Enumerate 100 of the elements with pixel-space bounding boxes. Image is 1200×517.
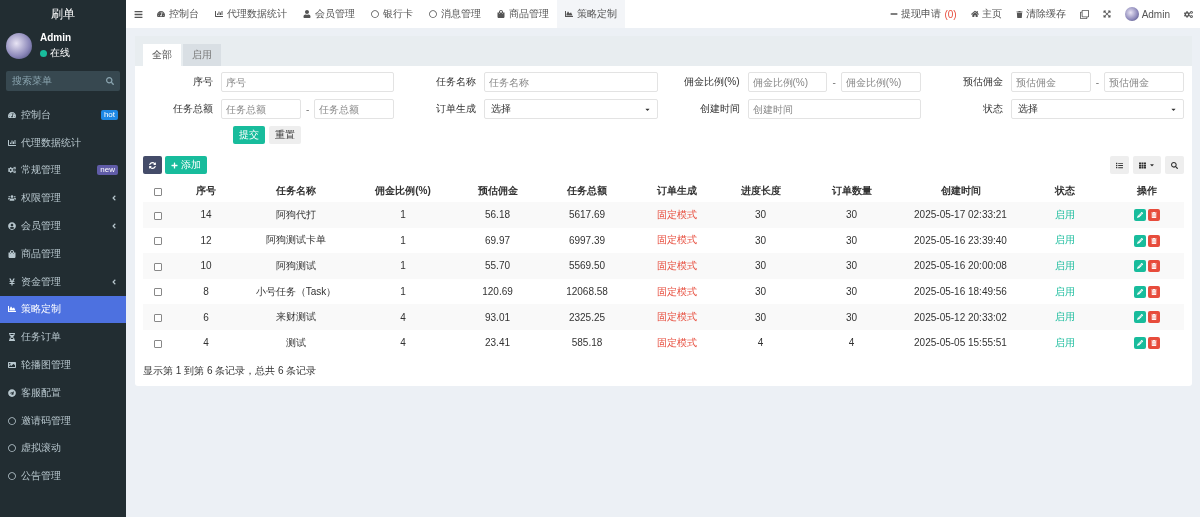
- select-all-checkbox[interactable]: [153, 187, 162, 196]
- sidebar-item[interactable]: 公告管理: [0, 462, 126, 491]
- input-field[interactable]: 序号: [221, 72, 395, 92]
- list-icon: [1116, 161, 1123, 169]
- table-cell: 2025-05-05 15:55:51: [902, 329, 1019, 356]
- table-cell: 30: [801, 253, 902, 279]
- delete-button[interactable]: [1148, 234, 1160, 247]
- sidebar-item[interactable]: 会员管理: [0, 212, 126, 240]
- nav-tab[interactable]: 商品管理: [489, 0, 557, 28]
- table-cell: 启用: [1019, 304, 1110, 330]
- table-cell: 55.70: [454, 253, 541, 279]
- row-checkbox[interactable]: [153, 339, 162, 348]
- pencil-icon: [1137, 263, 1143, 270]
- table-cell: 启用: [1019, 278, 1110, 305]
- row-checkbox[interactable]: [153, 237, 162, 246]
- delete-button[interactable]: [1148, 260, 1160, 273]
- field-label: 任务名称: [435, 75, 478, 89]
- table-cell: 10: [172, 253, 240, 279]
- input-field[interactable]: 任务总额: [314, 99, 395, 119]
- edit-button[interactable]: [1134, 336, 1146, 349]
- column-header: 操作: [1110, 180, 1184, 202]
- select-field[interactable]: 选择: [484, 99, 658, 119]
- table-cell: 2025-05-17 02:33:21: [902, 202, 1019, 228]
- input-field[interactable]: 预估佣金: [1104, 72, 1184, 92]
- menu-icon[interactable]: [134, 9, 143, 19]
- app-logo: 刷单: [50, 5, 76, 23]
- input-field[interactable]: 任务总额: [221, 99, 301, 119]
- home-link[interactable]: 主页: [963, 0, 1009, 28]
- input-field[interactable]: 预估佣金: [1010, 72, 1091, 92]
- nav-tab[interactable]: 会员管理: [295, 0, 363, 28]
- trash-icon: [1151, 237, 1157, 244]
- sidebar-item[interactable]: 资金管理: [0, 267, 126, 296]
- nav-tab[interactable]: 控制台: [149, 0, 207, 28]
- filter-tab[interactable]: 启用: [183, 44, 221, 66]
- clone-icon[interactable]: [1079, 9, 1089, 19]
- table-cell: 固定模式: [633, 253, 720, 279]
- sidebar-item[interactable]: 控制台 hot: [0, 101, 126, 129]
- sidebar-item[interactable]: 策略定制: [0, 295, 126, 324]
- sidebar-item[interactable]: 常规管理 new: [0, 156, 126, 185]
- export-button[interactable]: [1110, 156, 1129, 174]
- user-menu[interactable]: Admin: [1117, 0, 1177, 28]
- search-button[interactable]: [1165, 156, 1184, 174]
- refresh-button[interactable]: [143, 156, 162, 174]
- table-cell: 585.18: [541, 329, 633, 356]
- nav-tab[interactable]: 代理数据统计: [207, 0, 295, 28]
- image-icon: [8, 361, 16, 370]
- sidebar-item[interactable]: 虚拟滚动: [0, 434, 126, 463]
- grid-icon: [1139, 161, 1146, 169]
- sidebar-item[interactable]: 商品管理: [0, 240, 126, 268]
- clear-cache-link[interactable]: 清除缓存: [1008, 0, 1073, 28]
- menu-label: 轮播图管理: [21, 358, 72, 373]
- menu-search-field[interactable]: 搜索菜单: [6, 71, 120, 91]
- edit-button[interactable]: [1134, 260, 1146, 273]
- fullscreen-icon[interactable]: [1102, 10, 1111, 18]
- delete-button[interactable]: [1148, 336, 1160, 349]
- bar-chart-icon: [215, 10, 223, 18]
- input-field[interactable]: 佣金比例(%): [840, 72, 921, 92]
- table-cell: 56.18: [454, 202, 541, 228]
- sidebar-item[interactable]: 邀请码管理: [0, 406, 126, 435]
- table-cell: 30: [801, 304, 902, 330]
- sidebar-item[interactable]: 代理数据统计: [0, 128, 126, 157]
- sidebar-item[interactable]: 客服配置: [0, 378, 126, 407]
- settings-icon[interactable]: [1184, 9, 1193, 19]
- gears-icon: [8, 166, 16, 175]
- edit-button[interactable]: [1134, 208, 1146, 221]
- nav-tab[interactable]: 银行卡: [363, 0, 421, 28]
- filter-tab[interactable]: 全部: [143, 44, 181, 66]
- nav-tab[interactable]: 消息管理: [421, 0, 489, 28]
- refresh-icon: [149, 161, 156, 169]
- sidebar-item[interactable]: 轮播图管理: [0, 351, 126, 379]
- input-field[interactable]: 佣金比例(%): [747, 72, 828, 92]
- area-chart-icon: [8, 305, 16, 314]
- field-label: 订单生成: [435, 102, 478, 116]
- select-field[interactable]: 选择: [1010, 99, 1184, 119]
- withdraw-link[interactable]: 提现申请 (0): [883, 0, 964, 28]
- table-cell: 来财测试: [240, 304, 352, 330]
- minus-icon: [890, 10, 899, 18]
- input-field[interactable]: 创建时间: [747, 99, 921, 119]
- input-field[interactable]: 任务名称: [484, 72, 658, 92]
- row-checkbox[interactable]: [153, 288, 162, 297]
- table-cell: 30: [801, 202, 902, 228]
- columns-button[interactable]: [1133, 156, 1161, 174]
- edit-button[interactable]: [1134, 234, 1146, 247]
- nav-tab[interactable]: 策略定制: [557, 0, 625, 28]
- reset-button[interactable]: 重置: [269, 126, 301, 144]
- row-checkbox[interactable]: [153, 211, 162, 220]
- sidebar-item[interactable]: 权限管理: [0, 184, 126, 213]
- delete-button[interactable]: [1148, 285, 1160, 298]
- delete-button[interactable]: [1148, 208, 1160, 221]
- delete-button[interactable]: [1148, 311, 1160, 324]
- row-checkbox[interactable]: [153, 314, 162, 323]
- table-cell: 2025-05-12 20:33:02: [902, 304, 1019, 330]
- edit-button[interactable]: [1134, 311, 1146, 324]
- column-header: 状态: [1019, 180, 1110, 202]
- pencil-icon: [1137, 211, 1143, 218]
- sidebar-item[interactable]: 任务订单: [0, 323, 126, 352]
- edit-button[interactable]: [1134, 285, 1146, 298]
- field-label: 任务总额: [172, 102, 214, 116]
- column-header: 佣金比例(%): [352, 180, 454, 202]
- row-checkbox[interactable]: [153, 262, 162, 271]
